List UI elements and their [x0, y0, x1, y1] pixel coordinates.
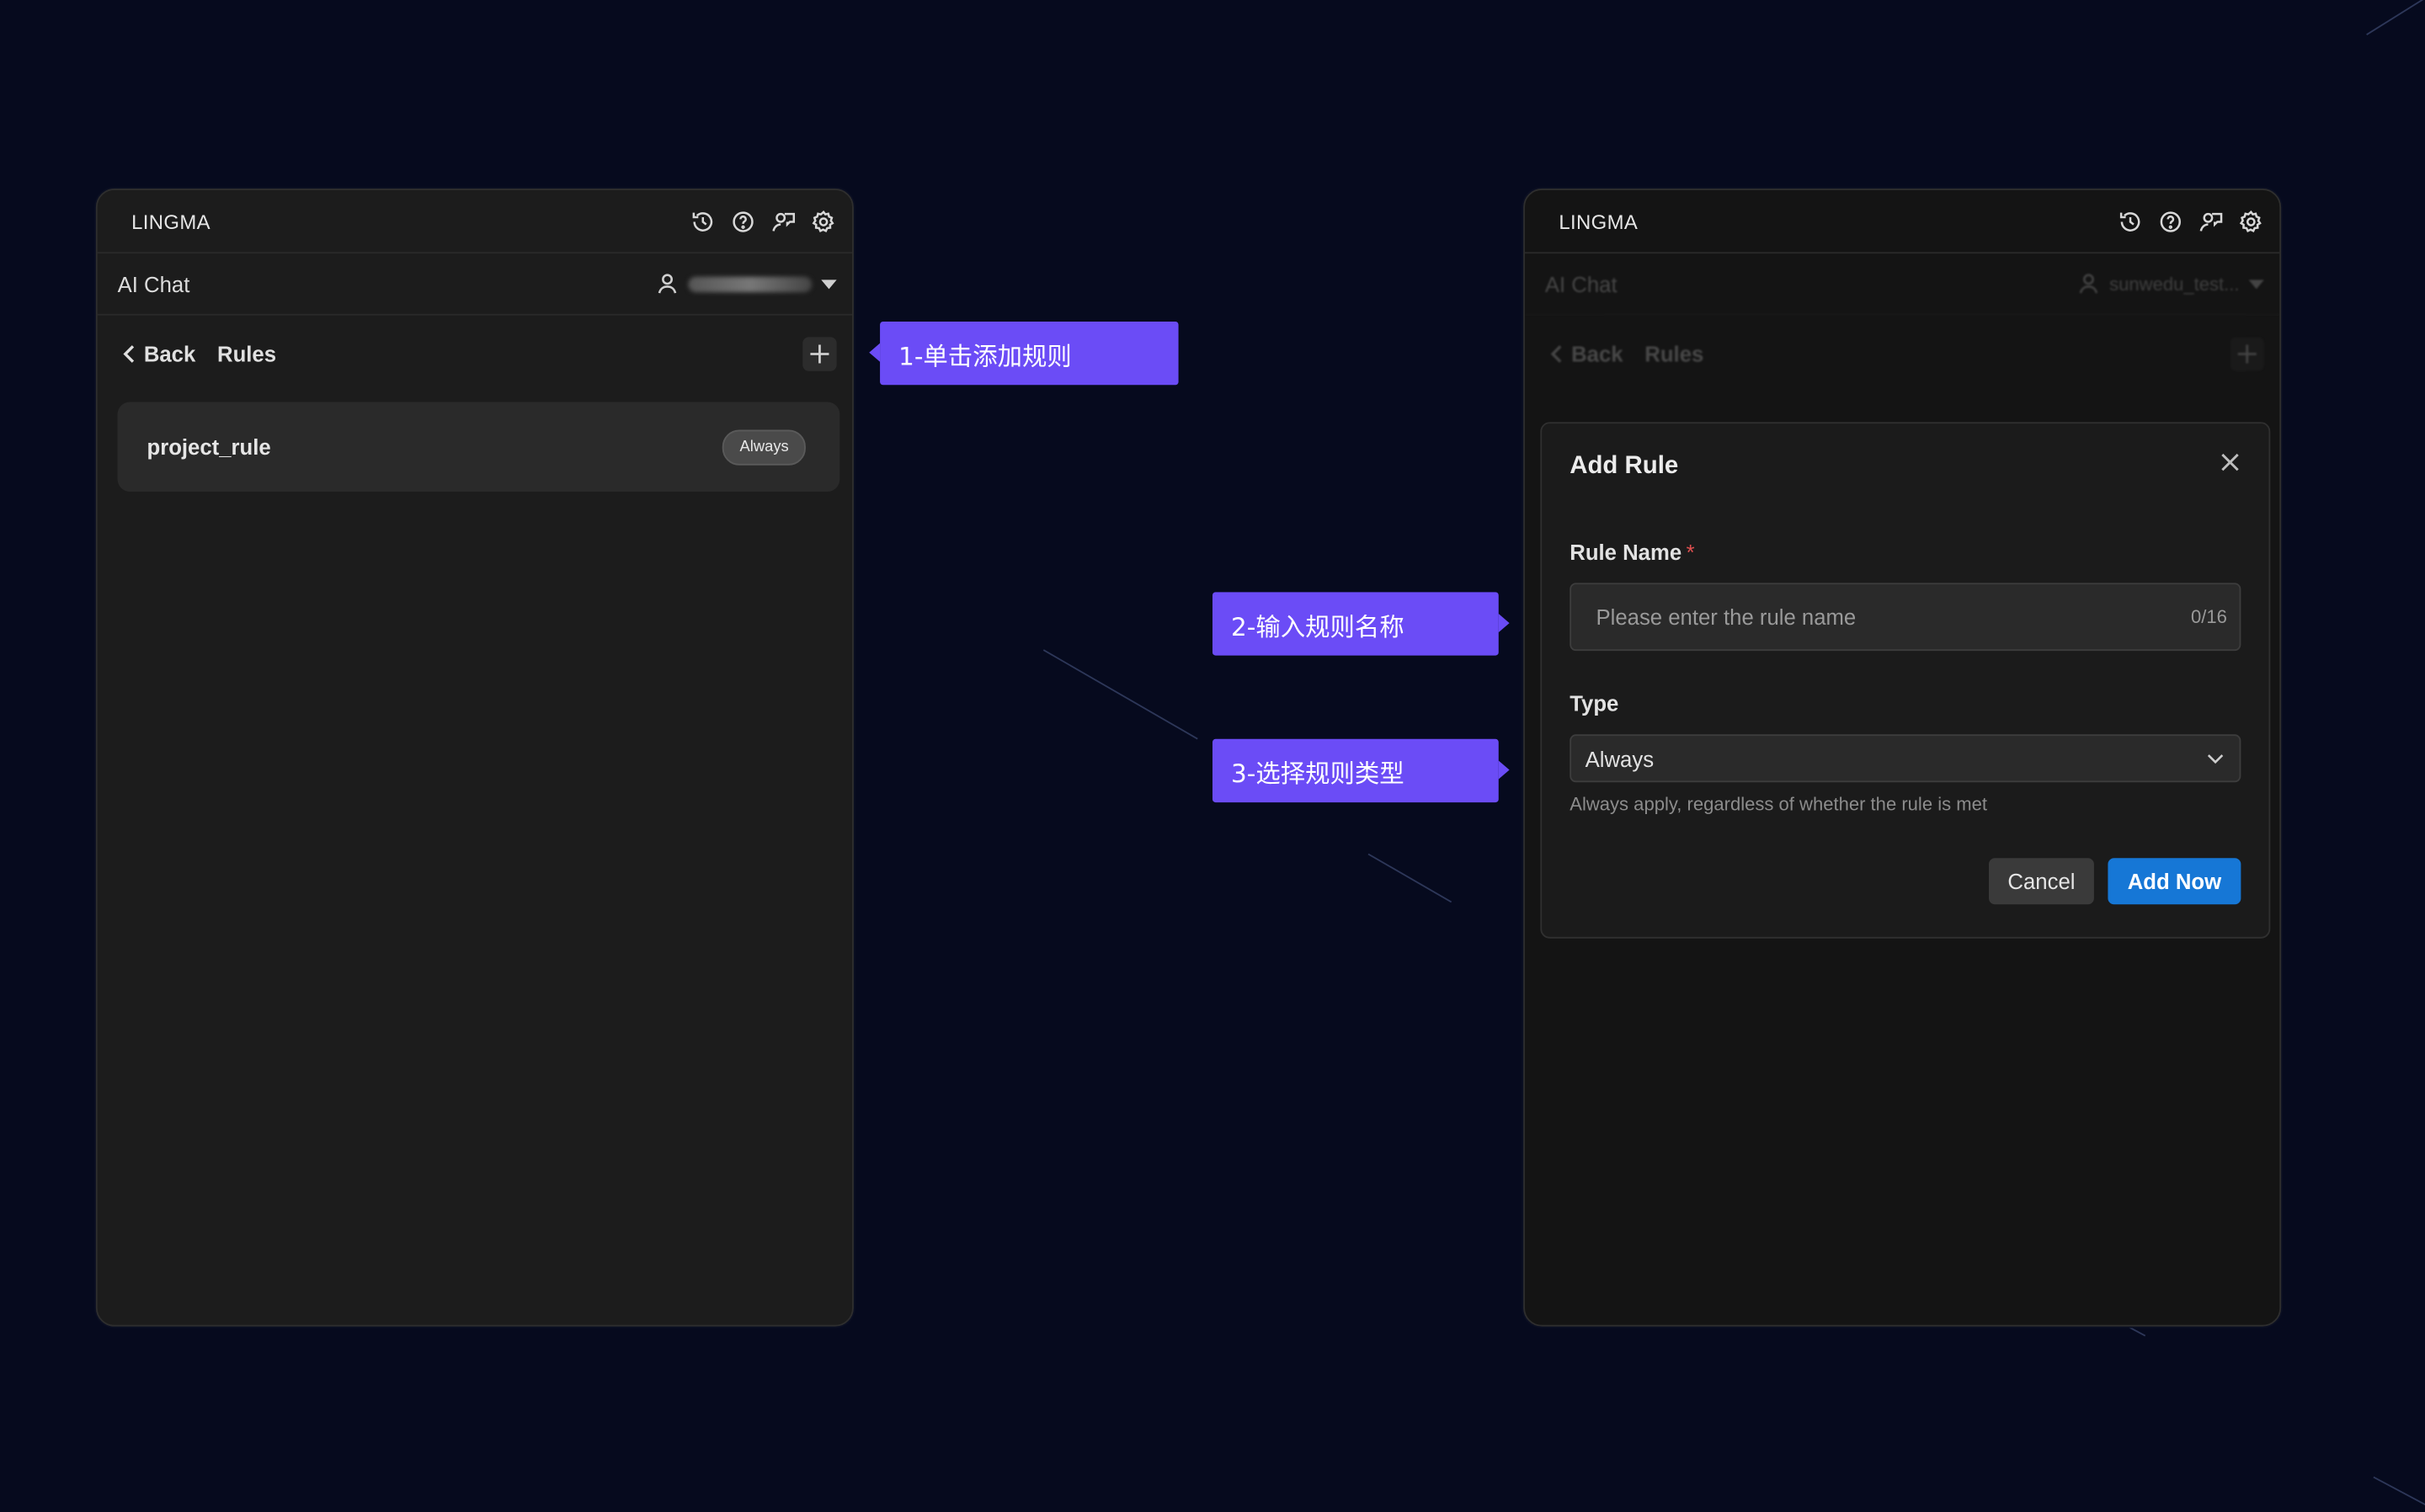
history-icon[interactable]	[2116, 207, 2144, 235]
panel-header: LINGMA	[1524, 190, 2280, 254]
decor-streak	[2125, 1324, 2146, 1337]
user-selector[interactable]	[656, 272, 837, 295]
right-panel: LINGMA AI Chat sunwedu_test... Back Rule…	[1523, 189, 2282, 1327]
decor-streak	[1042, 649, 1198, 740]
user-name: sunwedu_test...	[2109, 273, 2240, 295]
step3-callout: 3-选择规则类型	[1212, 738, 1510, 803]
user-name-redacted	[688, 275, 813, 292]
dialog-header: Add Rule	[1570, 451, 2241, 481]
dimmed-background: AI Chat sunwedu_test... Back Rules	[1524, 253, 2280, 393]
user-icon	[2079, 274, 2098, 294]
rule-name-label: Rule Name *	[1570, 540, 2241, 564]
add-rule-button[interactable]	[802, 337, 837, 371]
rule-type-select[interactable]: Always	[1570, 734, 2241, 783]
brand-label: LINGMA	[1559, 209, 1639, 233]
add-rule-button	[2230, 337, 2264, 371]
feedback-icon[interactable]	[2196, 207, 2224, 235]
left-panel: LINGMA AI Chat Back Rules project_rule A…	[95, 189, 854, 1327]
panel-header: LINGMA	[97, 190, 853, 254]
chat-header: AI Chat	[97, 253, 853, 316]
close-icon[interactable]	[2220, 451, 2241, 481]
toolbar-icons	[688, 207, 836, 235]
back-label: Back	[1571, 341, 1623, 367]
chevron-left-icon	[123, 345, 135, 363]
type-hint: Always apply, regardless of whether the …	[1570, 793, 1987, 815]
cancel-button[interactable]: Cancel	[1988, 858, 2094, 905]
chat-title: AI Chat	[117, 271, 190, 296]
screenshot-stage: LINGMA AI Chat Back Rules project_rule A…	[0, 0, 2425, 1512]
char-counter: 0/16	[2190, 605, 2227, 628]
user-icon	[658, 274, 677, 294]
back-label: Back	[143, 341, 196, 367]
rule-name: project_rule	[147, 434, 271, 460]
step1-callout: 1-单击添加规则	[869, 321, 1179, 386]
help-icon[interactable]	[728, 207, 756, 235]
step2-callout: 2-输入规则名称	[1212, 592, 1510, 656]
rule-type-selected: Always	[1585, 746, 1655, 771]
decor-streak	[1367, 853, 1452, 903]
plus-icon	[2237, 344, 2257, 364]
help-icon[interactable]	[2156, 207, 2183, 235]
dialog-actions: Cancel Add Now	[1570, 858, 2241, 905]
add-now-button[interactable]: Add Now	[2108, 858, 2241, 905]
history-icon[interactable]	[688, 207, 716, 235]
required-mark: *	[1686, 539, 1695, 565]
chevron-down-icon	[821, 279, 837, 289]
rules-nav: Back Rules	[122, 342, 276, 366]
rules-toolbar: Back Rules	[98, 316, 852, 393]
add-rule-dialog: Add Rule Rule Name* 0/16 Type Always Alw…	[1540, 422, 2271, 939]
decor-streak	[2373, 1476, 2425, 1507]
rules-title: Rules	[216, 341, 277, 367]
chevron-down-icon	[2207, 753, 2224, 764]
toolbar-icons	[2116, 207, 2264, 235]
back-button[interactable]: Back	[122, 342, 195, 366]
chevron-down-icon	[2248, 279, 2264, 289]
plus-icon	[810, 344, 829, 364]
rule-type-badge: Always	[722, 429, 806, 465]
settings-icon[interactable]	[809, 207, 837, 235]
user-selector: sunwedu_test...	[2077, 272, 2264, 295]
decor-streak	[2366, 0, 2425, 35]
chat-title: AI Chat	[1544, 271, 1618, 296]
feedback-icon[interactable]	[769, 207, 797, 235]
chat-header: AI Chat sunwedu_test...	[1524, 253, 2280, 316]
rule-name-input[interactable]	[1592, 603, 2156, 631]
dialog-title: Add Rule	[1570, 452, 1679, 479]
settings-icon[interactable]	[2236, 207, 2264, 235]
rule-name-label-text: Rule Name	[1570, 539, 1682, 565]
rules-toolbar: Back Rules	[1525, 316, 2279, 393]
rules-nav: Back Rules	[1549, 342, 1703, 366]
brand-label: LINGMA	[131, 209, 211, 233]
rule-list-item[interactable]: project_rule Always	[117, 402, 840, 492]
back-button: Back	[1549, 342, 1623, 366]
chevron-left-icon	[1550, 345, 1562, 363]
type-label: Type	[1570, 690, 1619, 716]
rule-name-field: 0/16	[1570, 583, 2241, 652]
rules-title: Rules	[1644, 341, 1704, 367]
